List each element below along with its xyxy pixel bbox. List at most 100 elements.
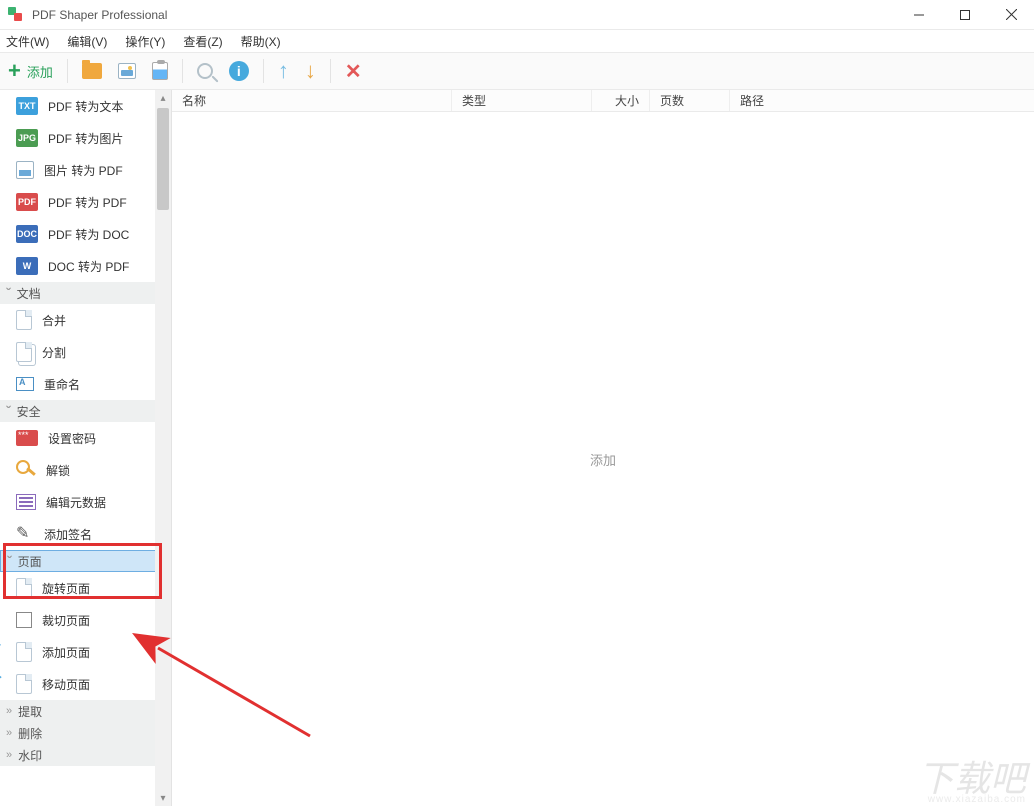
sidebar-item-password[interactable]: 设置密码 <box>0 422 156 454</box>
sidebar-item-move-pages[interactable]: 移动页面 <box>0 668 156 700</box>
remove-button[interactable]: ✕ <box>337 52 370 90</box>
scroll-thumb[interactable] <box>157 108 169 210</box>
chevron-down-icon <box>6 285 11 301</box>
column-header-size[interactable]: 大小 <box>592 90 650 111</box>
sidebar-item-label: 添加签名 <box>44 526 92 543</box>
metadata-icon <box>16 494 36 510</box>
sidebar-item-label: 编辑元数据 <box>46 494 106 511</box>
remove-icon: ✕ <box>345 59 362 84</box>
close-button[interactable] <box>988 0 1034 30</box>
move-up-button[interactable]: ↑ <box>270 52 297 90</box>
signature-icon <box>16 525 34 543</box>
sidebar-item-pdf-to-image[interactable]: JPG PDF 转为图片 <box>0 122 156 154</box>
arrow-down-icon: ↓ <box>305 58 316 84</box>
sidebar-item-rotate-pages[interactable]: 旋转页面 <box>0 572 156 604</box>
sidebar-item-metadata[interactable]: 编辑元数据 <box>0 486 156 518</box>
sidebar-category-pages[interactable]: 页面 <box>0 550 156 572</box>
scroll-up-button[interactable]: ▴ <box>155 90 171 106</box>
sidebar-item-label: 设置密码 <box>48 430 96 447</box>
add-button[interactable]: + 添加 <box>0 52 61 90</box>
sidebar-category-document[interactable]: 文档 <box>0 282 156 304</box>
column-headers: 名称 类型 大小 页数 路径 <box>172 90 1034 112</box>
sidebar-item-pdf-to-txt[interactable]: TXT PDF 转为文本 <box>0 90 156 122</box>
move-page-icon <box>16 674 32 694</box>
pdf-icon: PDF <box>16 193 38 211</box>
sidebar-item-pdf-to-doc[interactable]: DOC PDF 转为 DOC <box>0 218 156 250</box>
scroll-down-button[interactable]: ▾ <box>155 790 171 806</box>
chevron-down-icon <box>6 403 11 419</box>
paste-button[interactable] <box>144 52 176 90</box>
app-icon <box>8 7 24 23</box>
add-page-icon <box>16 642 32 662</box>
plus-icon: + <box>8 60 21 82</box>
search-button[interactable] <box>189 52 221 90</box>
sidebar-item-add-pages[interactable]: 添加页面 <box>0 636 156 668</box>
sidebar-item-pdf-to-pdf[interactable]: PDF PDF 转为 PDF <box>0 186 156 218</box>
sidebar-category-security[interactable]: 安全 <box>0 400 156 422</box>
sidebar-item-label: PDF 转为图片 <box>48 130 123 147</box>
sidebar-item-unlock[interactable]: 解锁 <box>0 454 156 486</box>
word-icon: W <box>16 257 38 275</box>
sidebar-item-rename[interactable]: 重命名 <box>0 368 156 400</box>
column-header-type[interactable]: 类型 <box>452 90 592 111</box>
menu-view[interactable]: 查看(Z) <box>183 33 222 50</box>
category-label: 删除 <box>18 725 42 742</box>
chevron-right-icon <box>6 705 12 717</box>
category-label: 页面 <box>18 553 42 570</box>
add-image-button[interactable] <box>110 52 144 90</box>
maximize-button[interactable] <box>942 0 988 30</box>
image-icon <box>118 63 136 79</box>
column-header-path[interactable]: 路径 <box>730 90 1034 111</box>
minimize-icon <box>914 10 924 20</box>
menu-edit[interactable]: 编辑(V) <box>67 33 107 50</box>
add-folder-button[interactable] <box>74 52 110 90</box>
sidebar-item-image-to-pdf[interactable]: 图片 转为 PDF <box>0 154 156 186</box>
chevron-right-icon <box>6 749 12 761</box>
sidebar: TXT PDF 转为文本 JPG PDF 转为图片 图片 转为 PDF PDF … <box>0 90 172 806</box>
page-icon <box>16 310 32 330</box>
file-list-empty[interactable]: 添加 <box>172 112 1034 806</box>
rename-icon <box>16 377 34 391</box>
sidebar-item-merge[interactable]: 合并 <box>0 304 156 336</box>
sidebar-item-split[interactable]: 分割 <box>0 336 156 368</box>
info-button[interactable]: i <box>221 52 257 90</box>
empty-hint: 添加 <box>590 450 616 469</box>
sidebar-item-label: 重命名 <box>44 376 80 393</box>
menu-file[interactable]: 文件(W) <box>6 33 49 50</box>
sidebar-category-delete[interactable]: 删除 <box>0 722 156 744</box>
sidebar-item-label: 移动页面 <box>42 676 90 693</box>
move-down-button[interactable]: ↓ <box>297 52 324 90</box>
window-title: PDF Shaper Professional <box>32 8 896 22</box>
txt-icon: TXT <box>16 97 38 115</box>
chevron-down-icon <box>7 553 12 569</box>
toolbar-separator <box>263 59 264 83</box>
sidebar-item-crop-pages[interactable]: 裁切页面 <box>0 604 156 636</box>
minimize-button[interactable] <box>896 0 942 30</box>
menu-action[interactable]: 操作(Y) <box>125 33 165 50</box>
sidebar-item-sign[interactable]: 添加签名 <box>0 518 156 550</box>
sidebar-item-label: PDF 转为文本 <box>48 98 123 115</box>
key-icon <box>16 460 36 480</box>
scroll-track[interactable] <box>155 212 171 790</box>
close-icon <box>1006 9 1017 20</box>
menu-bar: 文件(W) 编辑(V) 操作(Y) 查看(Z) 帮助(X) <box>0 30 1034 52</box>
sidebar-category-extract[interactable]: 提取 <box>0 700 156 722</box>
rotate-page-icon <box>16 578 32 598</box>
sidebar-item-doc-to-pdf[interactable]: W DOC 转为 PDF <box>0 250 156 282</box>
menu-help[interactable]: 帮助(X) <box>241 33 281 50</box>
crop-icon <box>16 612 32 628</box>
column-header-name[interactable]: 名称 <box>172 90 452 111</box>
sidebar-category-watermark[interactable]: 水印 <box>0 744 156 766</box>
column-header-pages[interactable]: 页数 <box>650 90 730 111</box>
chevron-right-icon <box>6 727 12 739</box>
folder-icon <box>82 63 102 79</box>
category-label: 文档 <box>17 285 41 302</box>
clipboard-icon <box>152 62 168 80</box>
category-label: 安全 <box>17 403 41 420</box>
sidebar-item-label: 分割 <box>42 344 66 361</box>
sidebar-item-label: 裁切页面 <box>42 612 90 629</box>
search-icon <box>197 63 213 79</box>
sidebar-scrollbar[interactable]: ▴ ▾ <box>155 90 171 806</box>
maximize-icon <box>960 10 970 20</box>
sidebar-item-label: DOC 转为 PDF <box>48 258 129 275</box>
